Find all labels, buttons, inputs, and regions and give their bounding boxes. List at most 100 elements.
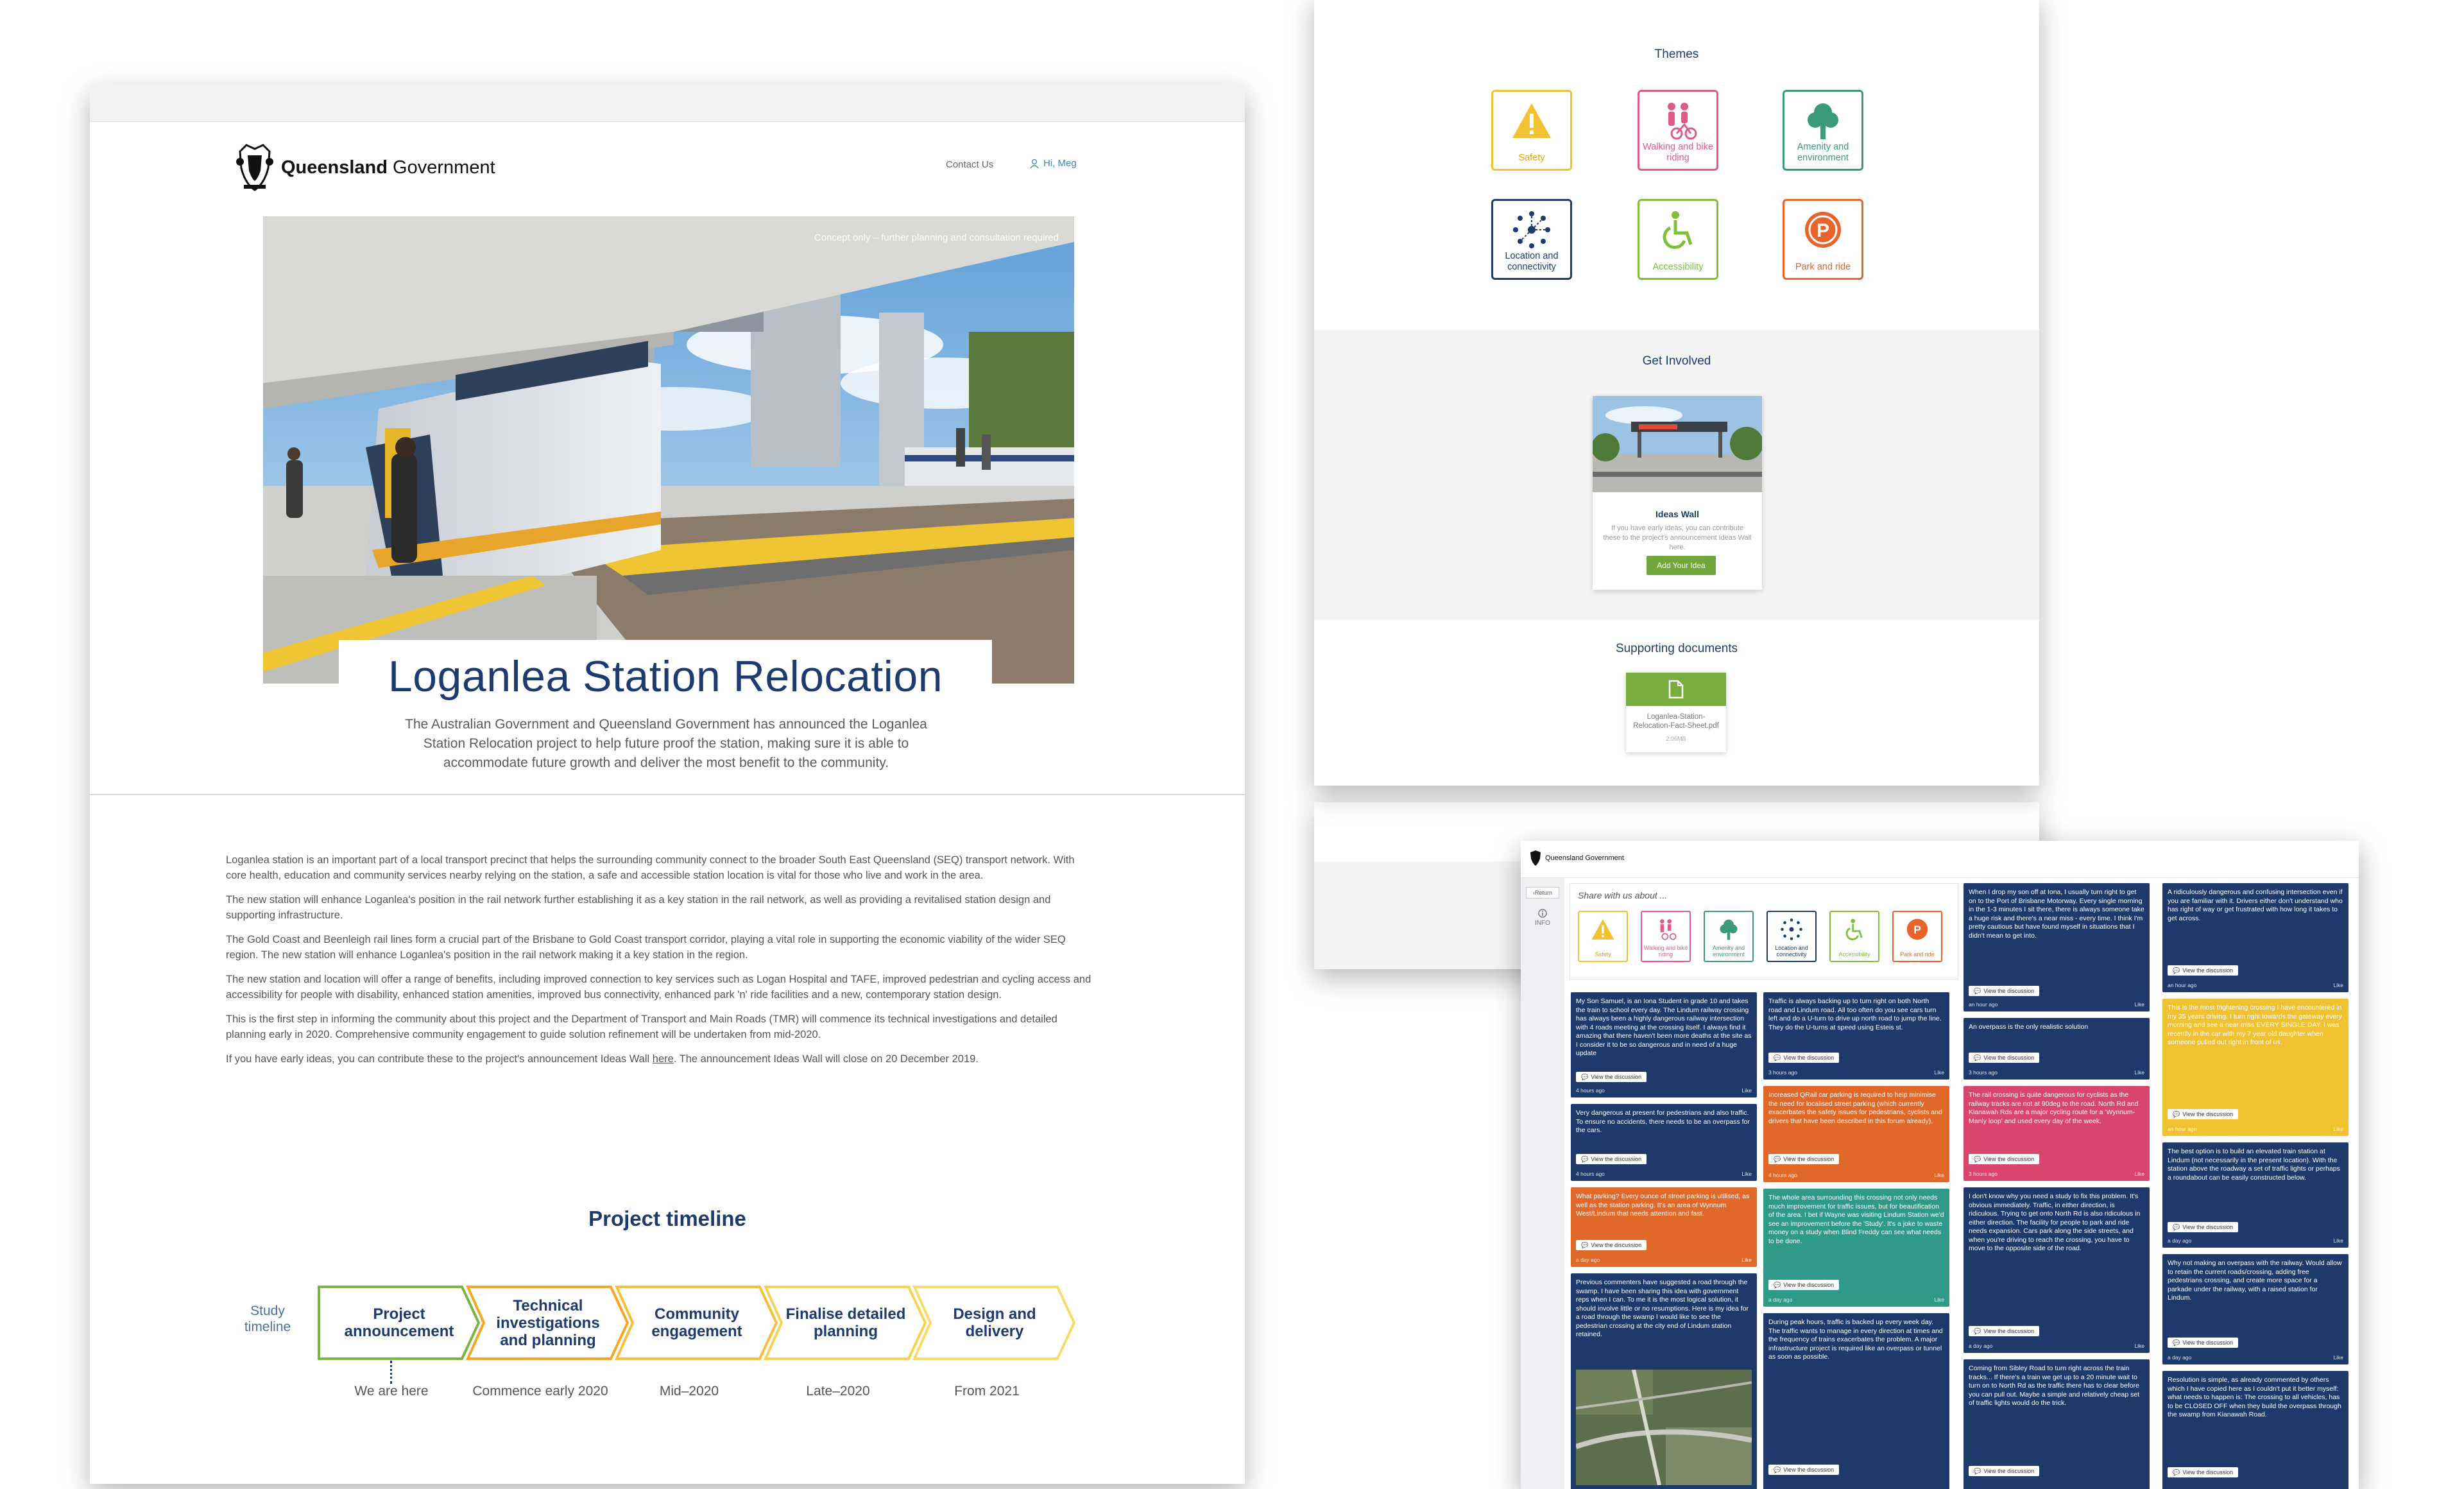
like-button[interactable]: Like <box>1934 1172 1944 1178</box>
timeline-date-1: We are here <box>354 1384 429 1399</box>
hero-caption: Concept only – further planning and cons… <box>814 232 1059 243</box>
qld-crest-icon <box>236 144 273 191</box>
idea-card[interactable]: Very dangerous at present for pedestrian… <box>1571 1104 1757 1181</box>
like-button[interactable]: Like <box>2134 1001 2144 1008</box>
idea-card[interactable]: My Son Samuel, is an Iona Student in gra… <box>1571 992 1757 1097</box>
page-intro: The Australian Government and Queensland… <box>405 717 927 770</box>
view-discussion-button[interactable]: 💬 View the discussion <box>1969 1326 2040 1336</box>
view-discussion-button[interactable]: 💬 View the discussion <box>2168 1338 2239 1348</box>
map-image <box>1576 1370 1752 1485</box>
view-discussion-button[interactable]: 💬 View the discussion <box>1576 1072 1647 1082</box>
view-discussion-button[interactable]: 💬 View the discussion <box>1969 1154 2040 1164</box>
timeline-side-label: Study timeline <box>244 1304 291 1334</box>
idea-card[interactable]: The rail crossing is quite dangerous for… <box>1964 1086 2150 1181</box>
view-discussion-button[interactable]: 💬 View the discussion <box>2168 1467 2239 1477</box>
idea-card[interactable]: I don't know why you need a study to fix… <box>1964 1187 2150 1353</box>
like-button[interactable]: Like <box>2134 1343 2144 1349</box>
timeline-date-3: Mid–2020 <box>659 1384 719 1399</box>
timeline-step-2: Technical investigations and planning <box>466 1285 630 1361</box>
title-block: Loganlea Station Relocation The Australi… <box>339 640 992 775</box>
ideas-wall-card[interactable]: Ideas Wall If you have early ideas, you … <box>1593 396 1762 590</box>
idea-card[interactable]: The best option is to build an elevated … <box>2162 1142 2348 1248</box>
view-discussion-button[interactable]: 💬 View the discussion <box>2168 965 2239 976</box>
idea-card[interactable]: This is the most frightening crossing I … <box>2162 999 2348 1136</box>
like-button[interactable]: Like <box>2134 1069 2144 1076</box>
idea-card[interactable]: A ridiculously dangerous and confusing i… <box>2162 883 2348 992</box>
network-icon <box>1781 918 1802 940</box>
mini-theme-accessibility[interactable]: Accessibility <box>1829 911 1879 962</box>
idea-card[interactable]: During peak hours, traffic is backed up … <box>1763 1313 1949 1489</box>
theme-safety[interactable]: Safety <box>1491 90 1572 171</box>
info-button[interactable]: INFO <box>1526 909 1559 927</box>
qld-crest-icon <box>1530 850 1541 866</box>
mini-theme-safety[interactable]: Safety <box>1578 911 1628 962</box>
add-idea-button[interactable]: Add Your Idea <box>1647 556 1716 575</box>
view-discussion-button[interactable]: 💬 View the discussion <box>1969 1053 2040 1063</box>
theme-accessibility[interactable]: Accessibility <box>1638 199 1718 280</box>
idea-card[interactable]: Previous commenters have suggested a roa… <box>1571 1273 1757 1489</box>
wheelchair-icon <box>1845 918 1863 940</box>
user-menu[interactable]: Hi, Meg <box>1029 158 1077 169</box>
theme-park-and-ride[interactable]: P Park and ride <box>1783 199 1863 280</box>
idea-card[interactable]: What parking? Every ounce of street park… <box>1571 1187 1757 1267</box>
return-button[interactable]: ‹ Return <box>1526 887 1559 899</box>
ideas-wall-image <box>1593 396 1762 492</box>
idea-card[interactable]: An overpass is the only realistic soluti… <box>1964 1018 2150 1080</box>
ideas-wall-link[interactable]: here <box>653 1053 674 1065</box>
mini-theme-park-and-ride[interactable]: P Park and ride <box>1892 911 1942 962</box>
idea-card[interactable]: The whole area surrounding this crossing… <box>1763 1189 1949 1307</box>
view-discussion-button[interactable]: 💬 View the discussion <box>1576 1154 1647 1164</box>
theme-walking[interactable]: Walking and bike riding <box>1638 90 1718 171</box>
timeline-heading: Project timeline <box>588 1207 746 1230</box>
view-discussion-button[interactable]: 💬 View the discussion <box>1768 1154 1840 1164</box>
view-discussion-button[interactable]: 💬 View the discussion <box>1576 1240 1647 1250</box>
pedestrian-cyclist-icon <box>1668 103 1697 140</box>
theme-location[interactable]: Location and connectivity <box>1491 199 1572 280</box>
view-discussion-button[interactable]: 💬 View the discussion <box>2168 1222 2239 1232</box>
ideas-wall-header: Queensland Government <box>1521 841 2359 878</box>
view-discussion-button[interactable]: 💬 View the discussion <box>2168 1109 2239 1119</box>
station-render-image <box>263 216 1074 684</box>
tree-icon <box>1808 103 1838 139</box>
like-button[interactable]: Like <box>2333 982 2343 988</box>
browser-top-bar <box>90 85 1245 122</box>
theme-amenity[interactable]: Amenity and environment <box>1783 90 1863 171</box>
section-divider <box>90 794 1245 795</box>
mini-theme-amenity[interactable]: Amenity and environment <box>1704 911 1754 962</box>
paragraph: Loganlea station is an important part of… <box>226 854 1075 881</box>
brand-wordmark: Queensland Government <box>281 157 495 178</box>
idea-card[interactable]: When I drop my son off at Iona, I usuall… <box>1964 883 2150 1011</box>
project-page-panel: Queensland Government Contact Us Hi, Meg <box>90 85 1245 1484</box>
mini-theme-walking[interactable]: Walking and bike riding <box>1641 911 1691 962</box>
view-discussion-button[interactable]: 💬 View the discussion <box>1969 1466 2040 1476</box>
document-header <box>1626 673 1726 706</box>
view-discussion-button[interactable]: 💬 View the discussion <box>1768 1053 1840 1063</box>
like-button[interactable]: Like <box>2134 1171 2144 1177</box>
paragraph: The new station will enhance Loganlea's … <box>226 894 1051 921</box>
mini-theme-location[interactable]: Location and connectivity <box>1767 911 1817 962</box>
idea-card[interactable]: Resolution is simple, as already comment… <box>2162 1371 2348 1489</box>
like-button[interactable]: Like <box>1741 1087 1752 1094</box>
view-discussion-button[interactable]: 💬 View the discussion <box>1969 986 2040 996</box>
like-button[interactable]: Like <box>2333 1237 2343 1244</box>
like-button[interactable]: Like <box>2333 1126 2343 1132</box>
contact-us-link[interactable]: Contact Us <box>946 159 993 170</box>
mini-brand-logo[interactable]: Queensland Government <box>1528 850 1624 866</box>
timeline-date-4: Late–2020 <box>806 1384 870 1399</box>
idea-card[interactable]: Increased QRail car parking is required … <box>1763 1086 1949 1182</box>
view-discussion-button[interactable]: 💬 View the discussion <box>1768 1465 1840 1475</box>
hero-image: Concept only – further planning and cons… <box>263 216 1074 684</box>
idea-card[interactable]: Why not making an overpass with the rail… <box>2162 1254 2348 1364</box>
like-button[interactable]: Like <box>1934 1296 1944 1303</box>
like-button[interactable]: Like <box>2333 1354 2343 1361</box>
like-button[interactable]: Like <box>1741 1257 1752 1263</box>
queensland-government-logo[interactable]: Queensland Government <box>235 142 495 193</box>
user-icon <box>1030 159 1039 168</box>
idea-card[interactable]: Traffic is always backing up to turn rig… <box>1763 992 1949 1080</box>
view-discussion-button[interactable]: 💬 View the discussion <box>1768 1280 1840 1290</box>
like-button[interactable]: Like <box>1934 1069 1944 1076</box>
paragraph: The Gold Coast and Beenleigh rail lines … <box>226 934 1066 961</box>
document-card[interactable]: Loganlea-Station-Relocation-Fact-Sheet.p… <box>1626 673 1726 752</box>
like-button[interactable]: Like <box>1741 1171 1752 1177</box>
idea-card[interactable]: Coming from Sibley Road to turn right ac… <box>1964 1359 2150 1489</box>
